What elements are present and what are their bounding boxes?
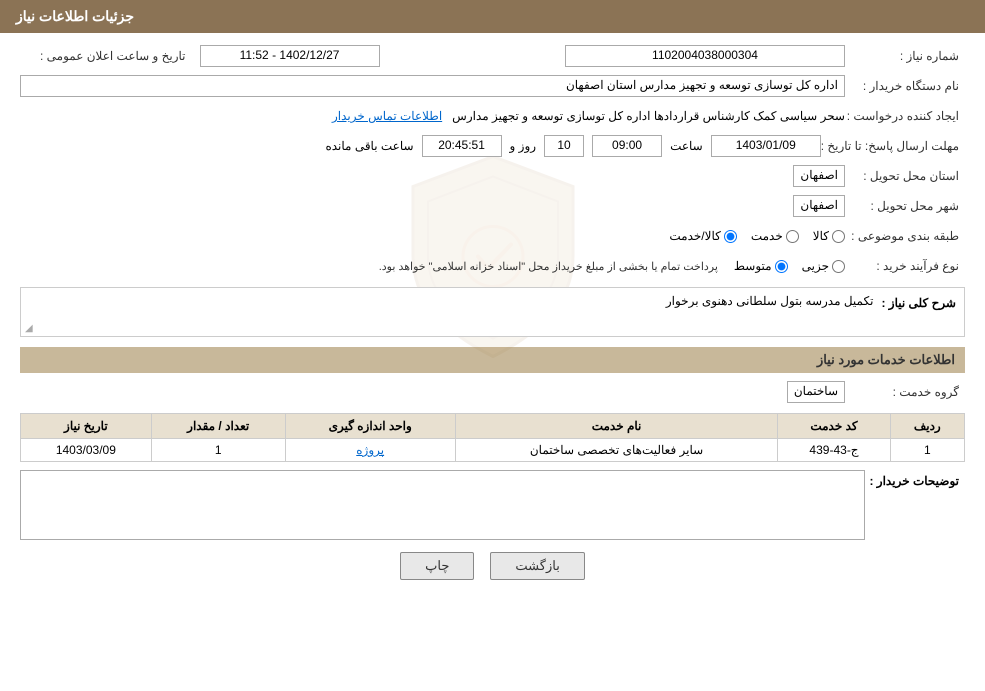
col-header-date: تاریخ نیاز — [21, 414, 152, 439]
purchase-type-radio-medium[interactable] — [775, 260, 788, 273]
col-header-row: ردیف — [890, 414, 964, 439]
purchase-type-radio-minor[interactable] — [832, 260, 845, 273]
cell-name: سایر فعالیت‌های تخصصی ساختمان — [455, 439, 778, 462]
category-radio-service[interactable] — [786, 230, 799, 243]
purchase-type-radio-group: جزیی متوسط — [734, 259, 845, 273]
buyer-org-label: نام دستگاه خریدار : — [845, 79, 965, 93]
delivery-city-label: شهر محل تحویل : — [845, 199, 965, 213]
category-option-goods[interactable]: کالا — [813, 229, 845, 243]
days-label: روز و — [510, 139, 537, 153]
need-number-label: شماره نیاز : — [845, 49, 965, 63]
need-desc-value: تکمیل مدرسه بتول سلطانی دهنوی برخوار — [29, 294, 873, 308]
category-radio-goods[interactable] — [832, 230, 845, 243]
time-label: ساعت — [670, 139, 703, 153]
category-option-service[interactable]: خدمت — [751, 229, 799, 243]
category-radio-goods-service[interactable] — [724, 230, 737, 243]
resize-handle-icon: ◢ — [25, 323, 33, 334]
announce-value: 1402/12/27 - 11:52 — [200, 45, 380, 67]
col-header-qty: تعداد / مقدار — [151, 414, 285, 439]
purchase-type-medium[interactable]: متوسط — [734, 259, 788, 273]
reply-remaining-value: 20:45:51 — [422, 135, 502, 157]
col-header-name: نام خدمت — [455, 414, 778, 439]
delivery-province-value: اصفهان — [793, 165, 845, 187]
delivery-province-label: استان محل تحویل : — [845, 169, 965, 183]
delivery-province-row: استان محل تحویل : اصفهان — [20, 163, 965, 189]
group-value: ساختمان — [787, 381, 845, 403]
back-button[interactable]: بازگشت — [490, 552, 584, 580]
delivery-city-value: اصفهان — [793, 195, 845, 217]
reply-date-value: 1403/01/09 — [711, 135, 821, 157]
buyer-org-row: نام دستگاه خریدار : اداره کل توسازی توسع… — [20, 73, 965, 99]
cell-code: ج-43-439 — [778, 439, 890, 462]
table-row: 1 ج-43-439 سایر فعالیت‌های تخصصی ساختمان… — [21, 439, 965, 462]
buyer-org-value: اداره کل توسازی توسعه و تجهیز مدارس استا… — [20, 75, 845, 97]
need-desc-label: شرح کلی نیاز : — [881, 294, 956, 310]
contact-link[interactable]: اطلاعات تماس خریدار — [332, 109, 442, 123]
cell-qty: 1 — [151, 439, 285, 462]
cell-row: 1 — [890, 439, 964, 462]
category-radio-group: کالا خدمت کالا/خدمت — [669, 229, 845, 243]
delivery-city-row: شهر محل تحویل : اصفهان — [20, 193, 965, 219]
purchase-note: پرداخت تمام یا بخشی از مبلغ خریداز محل "… — [379, 260, 718, 273]
buyer-desc-input[interactable] — [20, 470, 865, 540]
purchase-type-row: نوع فرآیند خرید : جزیی متوسط پرداخت تمام… — [20, 253, 965, 279]
cell-date: 1403/03/09 — [21, 439, 152, 462]
buyer-desc-label: توضیحات خریدار : — [865, 470, 965, 488]
category-label: طبقه بندی موضوعی : — [845, 229, 965, 243]
reply-deadline-label: مهلت ارسال پاسخ: تا تاریخ : — [821, 139, 965, 153]
col-header-unit: واحد اندازه گیری — [285, 414, 455, 439]
need-number-row: شماره نیاز : 1102004038000304 1402/12/27… — [20, 43, 965, 69]
services-section-title: اطلاعات خدمات مورد نیاز — [20, 347, 965, 373]
creator-label: ایجاد کننده درخواست : — [845, 109, 965, 123]
main-content: Ana Tender شماره نیاز : 1102004038000304… — [20, 43, 965, 580]
page-title: جزئیات اطلاعات نیاز — [16, 8, 134, 24]
creator-row: ایجاد کننده درخواست : سحر سیاسی کمک کارش… — [20, 103, 965, 129]
purchase-type-label: نوع فرآیند خرید : — [845, 259, 965, 273]
reply-time-value: 09:00 — [592, 135, 662, 157]
print-button[interactable]: چاپ — [400, 552, 474, 580]
content-area: Ana Tender شماره نیاز : 1102004038000304… — [0, 33, 985, 602]
services-table: ردیف کد خدمت نام خدمت واحد اندازه گیری ت… — [20, 413, 965, 462]
need-number-value: 1102004038000304 — [565, 45, 845, 67]
buyer-desc-row: توضیحات خریدار : — [20, 470, 965, 540]
col-header-code: کد خدمت — [778, 414, 890, 439]
cell-unit: پروژه — [285, 439, 455, 462]
creator-value: سحر سیاسی کمک کارشناس قراردادها اداره کل… — [452, 109, 845, 123]
buttons-row: بازگشت چاپ — [20, 552, 965, 580]
page-header: جزئیات اطلاعات نیاز — [0, 0, 985, 33]
group-label: گروه خدمت : — [845, 385, 965, 399]
need-desc-container: شرح کلی نیاز : تکمیل مدرسه بتول سلطانی د… — [20, 287, 965, 337]
page-wrapper: جزئیات اطلاعات نیاز Ana Tender شماره نیا… — [0, 0, 985, 691]
reply-deadline-row: مهلت ارسال پاسخ: تا تاریخ : 1403/01/09 س… — [20, 133, 965, 159]
announce-label: تاریخ و ساعت اعلان عمومی : — [40, 49, 192, 63]
remaining-label: ساعت باقی مانده — [325, 139, 413, 153]
purchase-type-minor[interactable]: جزیی — [802, 259, 845, 273]
group-row: گروه خدمت : ساختمان — [20, 379, 965, 405]
category-option-goods-service[interactable]: کالا/خدمت — [669, 229, 736, 243]
reply-days-value: 10 — [544, 135, 584, 157]
category-row: طبقه بندی موضوعی : کالا خدمت کالا/خدمت — [20, 223, 965, 249]
